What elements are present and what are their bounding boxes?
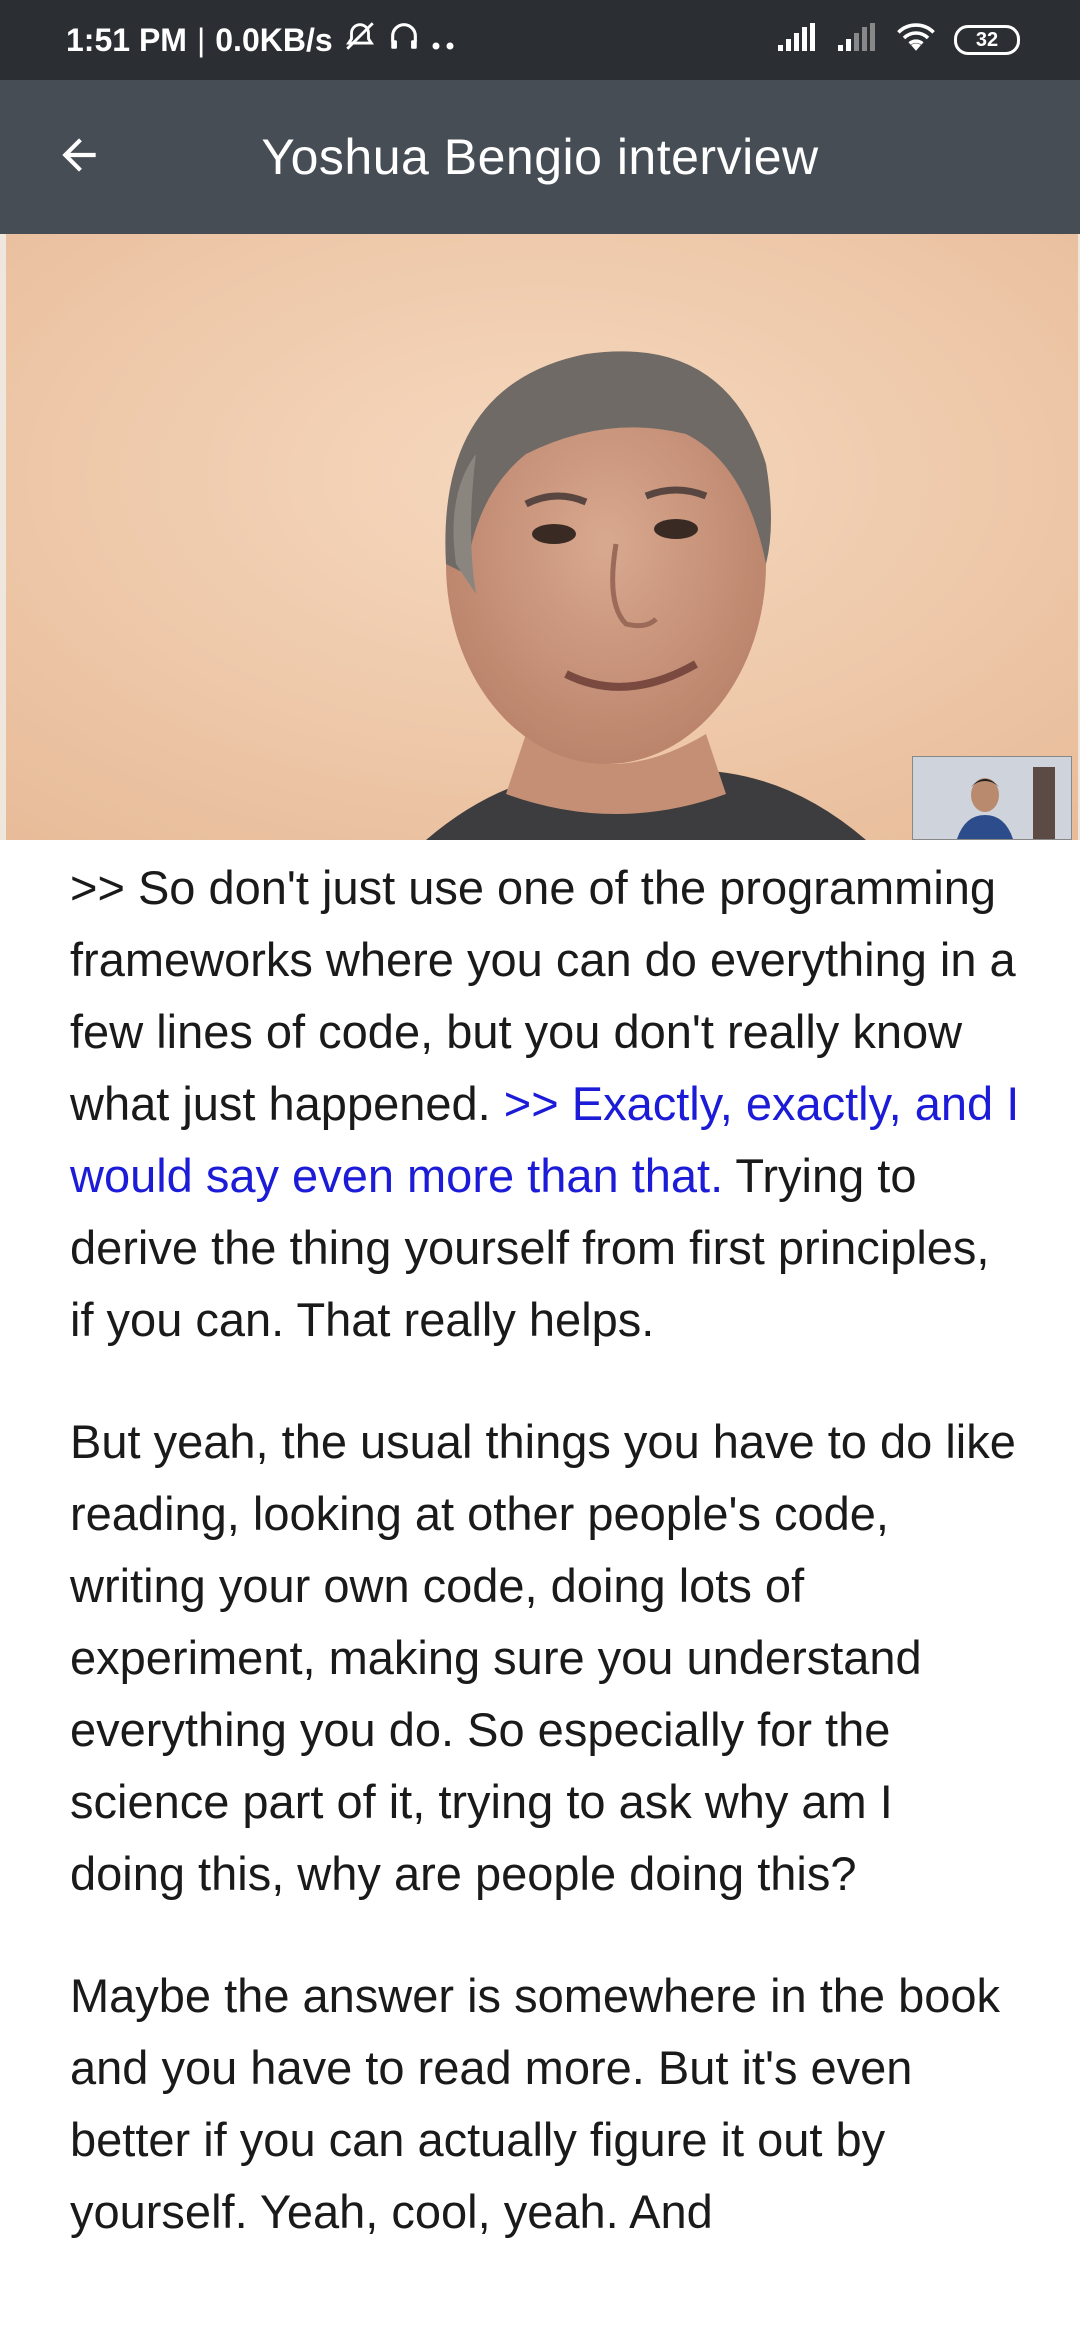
network-speed: 0.0KB/s — [215, 21, 333, 58]
page-title: Yoshua Bengio interview — [261, 129, 819, 185]
more-dots-icon — [431, 22, 457, 59]
transcript-paragraph-3: Maybe the answer is somewhere in the boo… — [70, 1969, 1001, 2238]
battery-icon: 32 — [954, 25, 1020, 55]
battery-level: 32 — [975, 28, 999, 51]
signal-weak-icon — [836, 22, 878, 58]
status-time: 1:51 PM — [66, 21, 187, 58]
status-bar: 1:51 PM | 0.0KB/s 32 — [0, 0, 1080, 80]
signal-icon — [776, 22, 818, 58]
status-left: 1:51 PM | 0.0KB/s — [66, 0, 457, 80]
transcript: >> So don't just use one of the programm… — [70, 852, 1020, 2298]
app-bar: Yoshua Bengio interview — [0, 80, 1080, 234]
wifi-icon — [896, 22, 936, 59]
transcript-paragraph-1: >> So don't just use one of the programm… — [70, 852, 1020, 1356]
speaker-video-image — [6, 234, 1078, 840]
status-separator: | — [196, 21, 206, 58]
alarm-off-icon — [343, 19, 377, 61]
status-right: 32 — [776, 0, 1020, 80]
transcript-paragraph-2: But yeah, the usual things you have to d… — [70, 1415, 1016, 1900]
self-view-thumbnail — [912, 756, 1072, 840]
video-player[interactable] — [0, 234, 1080, 840]
headphones-icon — [387, 19, 421, 61]
video-frame — [6, 234, 1078, 840]
